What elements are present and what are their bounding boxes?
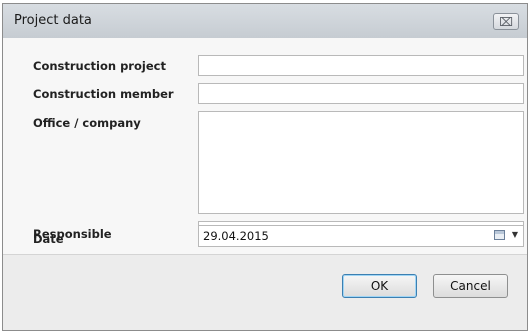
construction-member-label: Construction member <box>33 87 174 101</box>
construction-project-field[interactable] <box>198 55 524 76</box>
date-picker[interactable]: 29.04.2015 ▼ <box>198 225 524 247</box>
ok-button[interactable]: OK <box>342 274 417 298</box>
office-company-field[interactable] <box>198 111 524 214</box>
dialog-footer: OK Cancel <box>3 254 527 330</box>
close-button[interactable]: ⌧ <box>493 13 519 30</box>
chevron-down-icon[interactable]: ▼ <box>512 229 518 241</box>
close-icon: ⌧ <box>499 14 513 29</box>
cancel-button[interactable]: Cancel <box>433 274 508 298</box>
construction-project-label: Construction project <box>33 59 166 73</box>
form-area: Construction project Construction member… <box>3 38 527 254</box>
dialog-title: Project data <box>14 13 92 28</box>
title-bar: Project data ⌧ <box>3 4 527 39</box>
office-company-label: Office / company <box>33 116 141 130</box>
calendar-icon[interactable] <box>494 230 505 240</box>
date-value: 29.04.2015 <box>203 229 269 243</box>
construction-member-field[interactable] <box>198 83 524 104</box>
project-data-dialog: Project data ⌧ Construction project Cons… <box>2 3 528 331</box>
date-label: Date <box>33 232 64 246</box>
